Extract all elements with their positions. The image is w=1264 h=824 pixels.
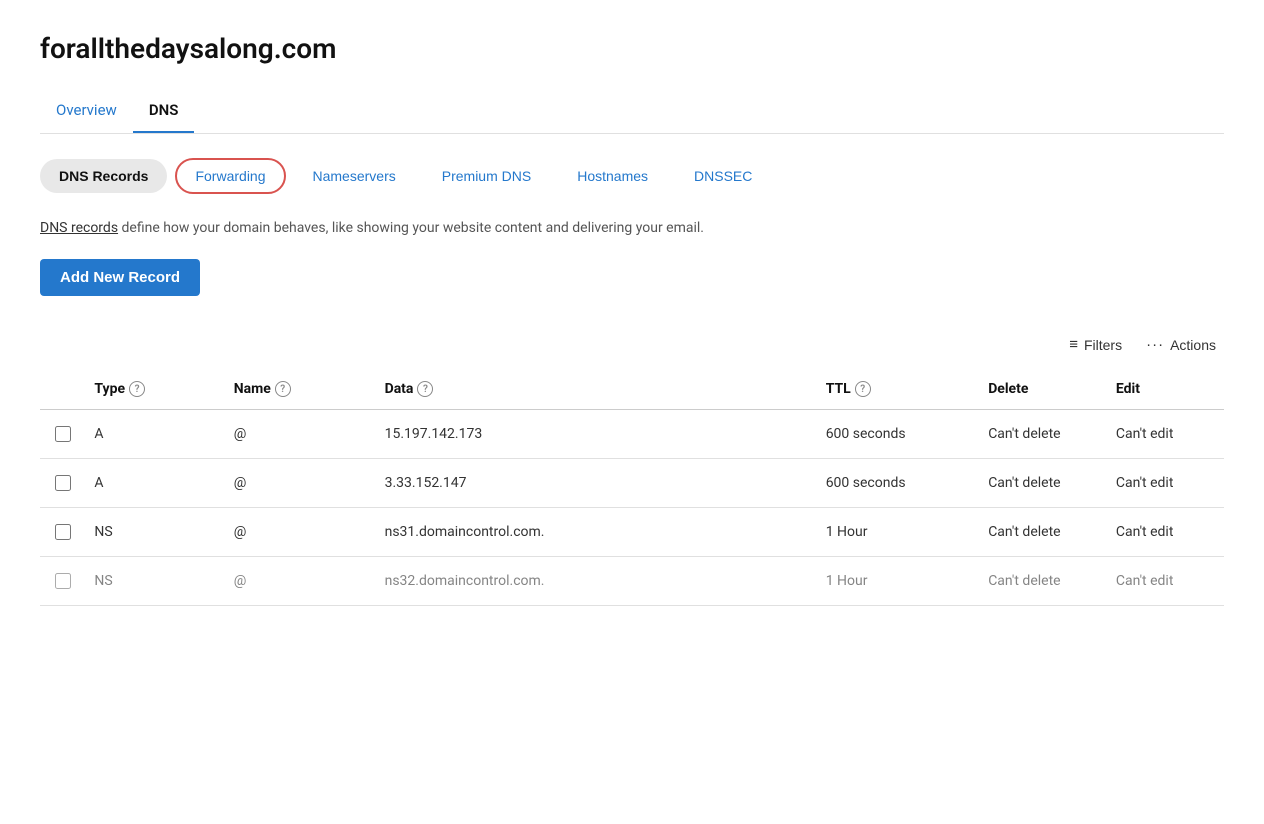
table-row: A @ 15.197.142.173 600 seconds Can't del… <box>40 410 1224 459</box>
tab-overview[interactable]: Overview <box>40 89 133 133</box>
actions-button[interactable]: ··· Actions <box>1146 336 1216 353</box>
th-name: Name ? <box>226 369 377 410</box>
table-row: A @ 3.33.152.147 600 seconds Can't delet… <box>40 459 1224 508</box>
row-name: @ <box>226 508 377 557</box>
row-checkbox-cell <box>40 557 86 606</box>
filters-icon: ≡ <box>1069 336 1078 353</box>
row-edit: Can't edit <box>1108 508 1224 557</box>
row-name: @ <box>226 410 377 459</box>
row-ttl: 1 Hour <box>818 508 981 557</box>
row-edit: Can't edit <box>1108 557 1224 606</box>
row-name: @ <box>226 557 377 606</box>
row-data: ns32.domaincontrol.com. <box>377 557 818 606</box>
data-help-icon[interactable]: ? <box>417 381 433 397</box>
th-type: Type ? <box>86 369 225 410</box>
row-delete: Can't delete <box>980 459 1108 508</box>
row-data: 3.33.152.147 <box>377 459 818 508</box>
row-checkbox-1[interactable] <box>55 475 71 491</box>
tab-dns[interactable]: DNS <box>133 89 195 133</box>
dns-description: DNS records define how your domain behav… <box>40 218 1224 239</box>
table-row: NS @ ns32.domaincontrol.com. 1 Hour Can'… <box>40 557 1224 606</box>
row-data: 15.197.142.173 <box>377 410 818 459</box>
table-controls: ≡ Filters ··· Actions <box>40 336 1224 353</box>
domain-title: forallthedaysalong.com <box>40 32 1224 65</box>
row-type: NS <box>86 508 225 557</box>
actions-label: Actions <box>1170 337 1216 353</box>
row-edit: Can't edit <box>1108 459 1224 508</box>
table-header-row: Type ? Name ? Data ? <box>40 369 1224 410</box>
table-row: NS @ ns31.domaincontrol.com. 1 Hour Can'… <box>40 508 1224 557</box>
type-help-icon[interactable]: ? <box>129 381 145 397</box>
dns-records-link[interactable]: DNS records <box>40 220 118 236</box>
name-help-icon[interactable]: ? <box>275 381 291 397</box>
th-edit: Edit <box>1108 369 1224 410</box>
row-edit: Can't edit <box>1108 410 1224 459</box>
row-ttl: 1 Hour <box>818 557 981 606</box>
sub-tab-dnssec[interactable]: DNSSEC <box>675 159 771 193</box>
row-type: A <box>86 410 225 459</box>
th-checkbox <box>40 369 86 410</box>
th-delete: Delete <box>980 369 1108 410</box>
row-data: ns31.domaincontrol.com. <box>377 508 818 557</box>
main-tab-bar: Overview DNS <box>40 89 1224 134</box>
sub-tab-dns-records[interactable]: DNS Records <box>40 159 167 193</box>
row-checkbox-2[interactable] <box>55 524 71 540</box>
row-delete: Can't delete <box>980 508 1108 557</box>
sub-tab-hostnames[interactable]: Hostnames <box>558 159 667 193</box>
row-delete: Can't delete <box>980 410 1108 459</box>
add-new-record-button[interactable]: Add New Record <box>40 259 200 296</box>
filters-label: Filters <box>1084 337 1122 353</box>
sub-tab-bar: DNS Records Forwarding Nameservers Premi… <box>40 158 1224 194</box>
row-name: @ <box>226 459 377 508</box>
row-checkbox-0[interactable] <box>55 426 71 442</box>
row-ttl: 600 seconds <box>818 459 981 508</box>
row-type: NS <box>86 557 225 606</box>
th-data: Data ? <box>377 369 818 410</box>
filters-button[interactable]: ≡ Filters <box>1069 336 1122 353</box>
row-delete: Can't delete <box>980 557 1108 606</box>
sub-tab-forwarding[interactable]: Forwarding <box>175 158 285 194</box>
row-ttl: 600 seconds <box>818 410 981 459</box>
sub-tab-nameservers[interactable]: Nameservers <box>294 159 415 193</box>
dns-table: Type ? Name ? Data ? <box>40 369 1224 606</box>
row-checkbox-cell <box>40 459 86 508</box>
row-checkbox-cell <box>40 508 86 557</box>
sub-tab-premium-dns[interactable]: Premium DNS <box>423 159 550 193</box>
row-type: A <box>86 459 225 508</box>
ttl-help-icon[interactable]: ? <box>855 381 871 397</box>
row-checkbox-3[interactable] <box>55 573 71 589</box>
th-ttl: TTL ? <box>818 369 981 410</box>
row-checkbox-cell <box>40 410 86 459</box>
actions-icon: ··· <box>1146 336 1164 353</box>
